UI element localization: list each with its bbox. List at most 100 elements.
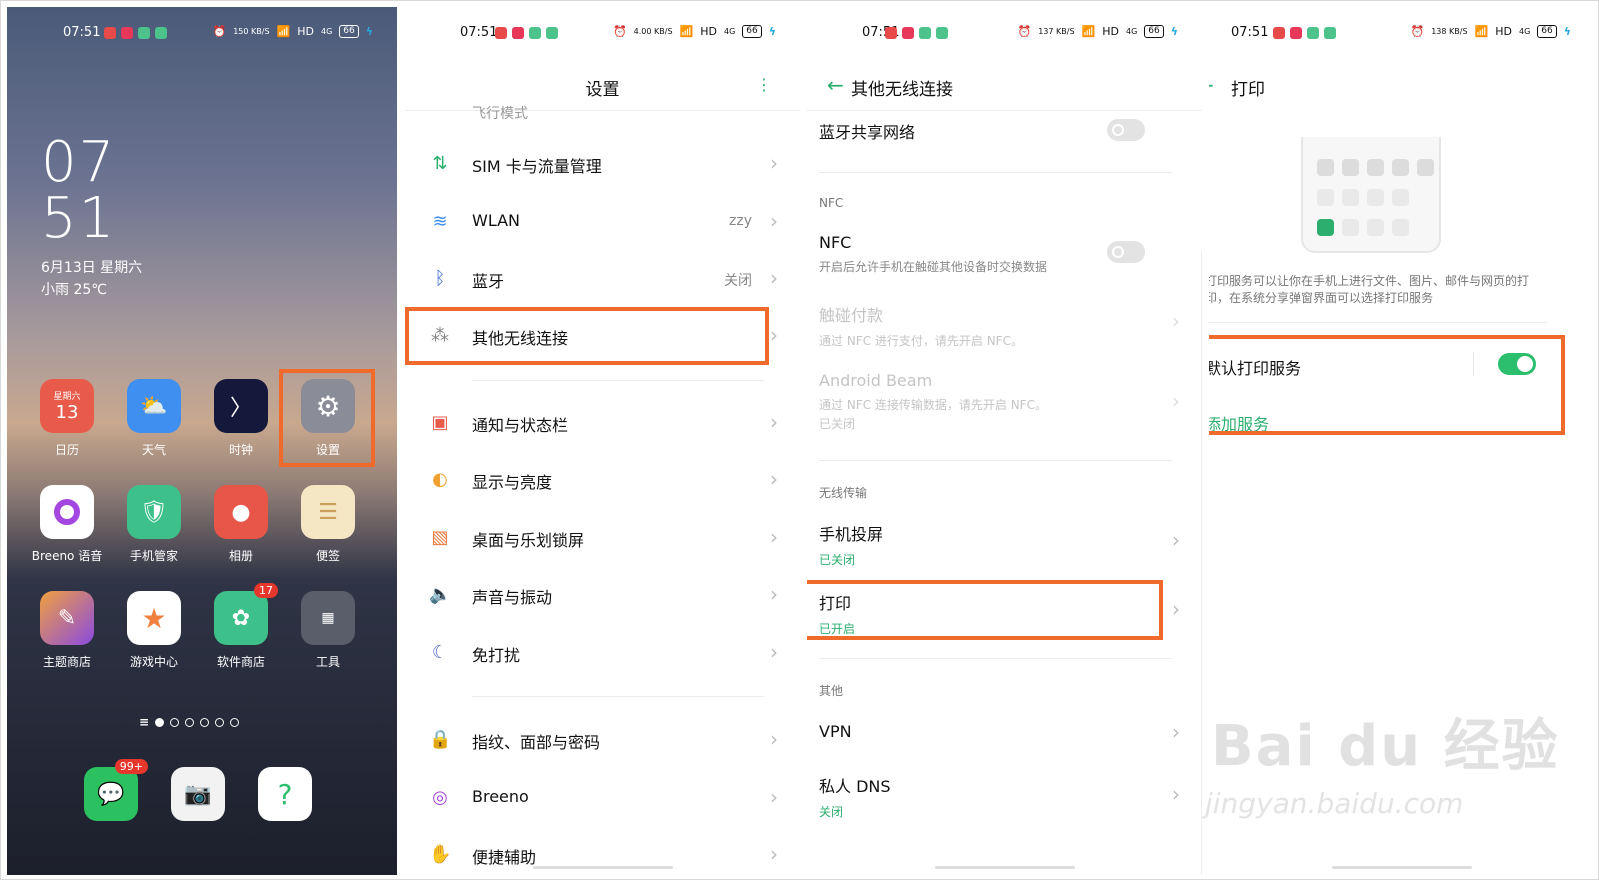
app-clock[interactable]: 〉 时钟 (201, 379, 281, 458)
notification-icons (1273, 27, 1336, 39)
default-print-service-toggle[interactable] (1498, 353, 1536, 375)
settings-item-sim[interactable]: ⇅ SIM 卡与流量管理 › (405, 137, 800, 193)
camera-icon: 📷 (171, 767, 225, 821)
app-grid-illustration (1317, 159, 1434, 236)
settings-header: 设置 ⋮ (405, 63, 800, 111)
charging-icon: ϟ (1170, 25, 1178, 38)
add-service-link[interactable]: 添加服务 (1209, 411, 1269, 435)
grid-cell (1417, 159, 1434, 176)
alarm-icon: ⏰ (1410, 25, 1425, 38)
clock-icon: 〉 (214, 379, 268, 433)
row-print[interactable]: 打印 已开启 (819, 590, 1202, 637)
app-label: 游戏中心 (129, 655, 178, 669)
app-notify-icon (104, 27, 116, 39)
settings-item-dnd[interactable]: ☾ 免打扰 › (405, 626, 800, 682)
app-weather[interactable]: ⛅ 天气 (114, 379, 194, 458)
wifi-icon: 📶 (679, 25, 694, 38)
row-private-dns[interactable]: 私人 DNS 关闭 (819, 773, 1202, 820)
app-breeno[interactable]: Breeno 语音 (27, 485, 107, 564)
partial-item-airplane: 飞行模式 (472, 106, 528, 122)
video-notify-icon (512, 27, 524, 39)
grid-cell (1392, 219, 1409, 236)
wifi-icon: 📶 (1474, 25, 1489, 38)
chevron-right-icon: › (770, 727, 778, 751)
net-speed: 150 KB/S (233, 27, 270, 36)
app-tools[interactable]: ▦ 工具 (288, 591, 368, 670)
divider (472, 696, 764, 697)
more-options-icon[interactable]: ⋮ (756, 75, 772, 94)
divider (1209, 322, 1547, 323)
item-label: 其他无线连接 (472, 329, 569, 348)
settings-item-other-wireless[interactable]: ⁂ 其他无线连接 › (405, 309, 800, 365)
settings-item-desktop[interactable]: ▧ 桌面与乐划锁屏 › (405, 511, 800, 567)
star-icon: ★ (127, 591, 181, 645)
settings-item-wlan[interactable]: ≋ WLAN zzy › (405, 195, 800, 251)
dock-camera[interactable]: 📷 (158, 767, 238, 829)
charging-icon: ϟ (365, 25, 373, 38)
app-gallery[interactable]: ● 相册 (201, 485, 281, 564)
chevron-right-icon: › (1172, 782, 1180, 806)
app-notes[interactable]: ☰ 便签 (288, 485, 368, 564)
status-bar: 07:51 ⏰ 138 KB/S 📶 HD 4G 66 ϟ (1209, 23, 1595, 45)
app-notify-icon (885, 27, 897, 39)
grid-cell (1342, 219, 1359, 236)
page-title: 设置 (585, 80, 620, 100)
row-sub: 开启后允许手机在触碰其他设备时交换数据 (819, 260, 1048, 274)
app-calendar[interactable]: 星期六 13 日历 (27, 379, 107, 458)
grid-cell (1367, 189, 1384, 206)
status-right: ⏰ 4.00 KB/S 📶 HD 4G 66 ϟ (613, 25, 776, 38)
row-vpn[interactable]: VPN (819, 722, 1202, 741)
notification-icons (104, 27, 167, 39)
divider (472, 380, 764, 381)
row-screen-cast[interactable]: 手机投屏 已关闭 (819, 521, 1202, 568)
dock-help[interactable]: ? (245, 767, 325, 829)
wifi-icon: 📶 (1081, 25, 1096, 38)
settings-item-display[interactable]: ◐ 显示与亮度 › (405, 453, 800, 509)
settings-item-bluetooth[interactable]: ᛒ 蓝牙 关闭 › (405, 252, 800, 308)
dock-wechat[interactable]: 💬 99+ (71, 759, 151, 829)
item-label: 桌面与乐划锁屏 (472, 531, 585, 550)
row-sub-status: 已关闭 (819, 417, 856, 431)
page-title: 打印 (1231, 80, 1265, 100)
back-arrow-icon[interactable]: ← (827, 73, 844, 97)
grid-cell (1367, 159, 1384, 176)
connections-icon: ⁂ (431, 325, 449, 346)
back-arrow-icon[interactable]: ← (1209, 73, 1214, 97)
app-label: 主题商店 (42, 655, 91, 669)
app-phone-manager[interactable]: 🛡 手机管家 (114, 485, 194, 564)
status-bar: 07:51 ⏰ 150 KB/S 📶 HD 4G 66 ϟ (7, 23, 397, 45)
app-game-center[interactable]: ★ 游戏中心 (114, 591, 194, 670)
status-time: 07:51 (63, 25, 101, 40)
chat-notify-icon (1307, 27, 1319, 39)
app-label: 工具 (315, 655, 340, 669)
divider (819, 172, 1172, 173)
home-screen: 07:51 ⏰ 150 KB/S 📶 HD 4G 66 ϟ 07 51 6月13 (7, 7, 397, 875)
page-dot (230, 717, 240, 727)
app-store[interactable]: ✿ 17 软件商店 (201, 583, 281, 670)
message-notify-icon (936, 27, 948, 39)
settings-item-breeno[interactable]: ◎ Breeno › (405, 771, 800, 827)
item-label: 蓝牙 (472, 272, 505, 291)
app-label: 手机管家 (129, 549, 178, 563)
app-label: 便签 (315, 549, 340, 563)
row-sub: 已开启 (819, 622, 856, 636)
settings-screen: 07:51 ⏰ 4.00 KB/S 📶 HD 4G 66 ϟ 设置 ⋮ 飞行模式 (405, 7, 800, 875)
default-print-service-label[interactable]: 默认打印服务 (1209, 355, 1301, 379)
nfc-toggle[interactable] (1107, 241, 1145, 263)
store-bag-icon: ✿ 17 (214, 583, 278, 645)
item-value: zzy (729, 213, 752, 229)
app-theme-store[interactable]: ✎ 主题商店 (27, 591, 107, 670)
settings-item-sound[interactable]: 🔈 声音与振动 › (405, 568, 800, 624)
app-settings[interactable]: ⚙ 设置 (288, 379, 368, 458)
chat-notify-icon (138, 27, 150, 39)
battery-icon: 66 (1144, 25, 1164, 38)
settings-item-security[interactable]: 🔒 指纹、面部与密码 › (405, 713, 800, 769)
grid-cell (1392, 189, 1409, 206)
divider (819, 658, 1172, 659)
item-label: 免打扰 (472, 646, 521, 665)
settings-item-notifications[interactable]: ▣ 通知与状态栏 › (405, 396, 800, 452)
grid-cell (1317, 189, 1334, 206)
row-label: 打印 (819, 594, 852, 613)
bt-tether-toggle[interactable] (1107, 119, 1145, 141)
item-label: 显示与亮度 (472, 473, 553, 492)
